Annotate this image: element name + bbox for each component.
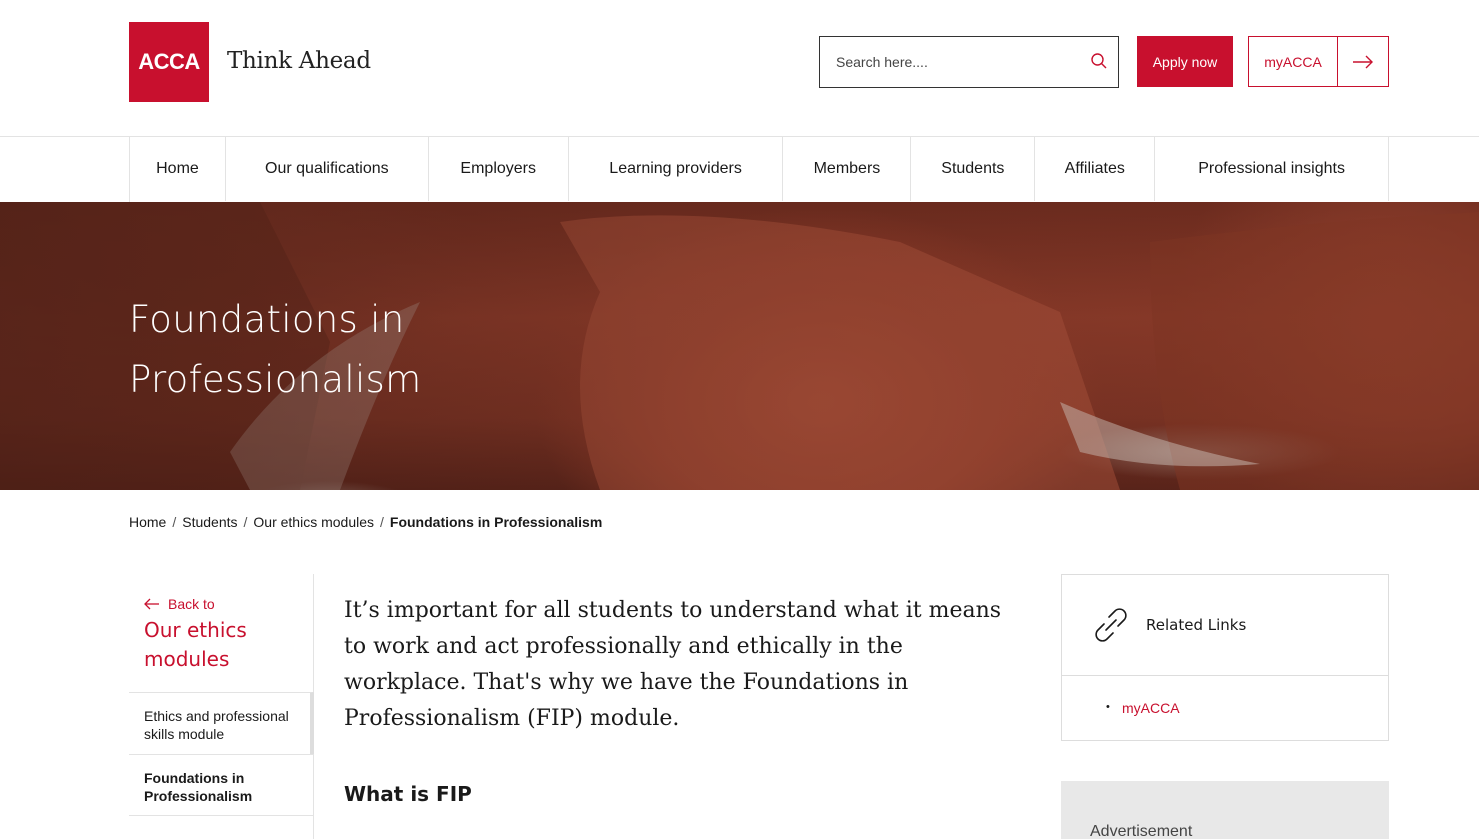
related-link-myacca[interactable]: myACCA (1106, 700, 1388, 716)
arrow-left-icon (144, 598, 159, 610)
link-icon (1095, 608, 1127, 642)
nav-item-members[interactable]: Members (783, 137, 912, 201)
related-links-title: Related Links (1146, 616, 1247, 634)
nav-item-learning-providers[interactable]: Learning providers (569, 137, 784, 201)
hero-banner: Foundations in Professionalism (0, 202, 1479, 490)
back-title-link[interactable]: Our ethics modules (144, 616, 304, 674)
section-nav-item-fip[interactable]: Foundations in Professionalism (129, 754, 314, 816)
breadcrumb-separator: / (380, 514, 384, 530)
breadcrumb-separator: / (243, 514, 248, 530)
section-heading: What is FIP (344, 782, 472, 806)
myacca-label: myACCA (1249, 37, 1338, 86)
section-nav-item-ethics-skills[interactable]: Ethics and professional skills module (129, 692, 314, 754)
intro-paragraph: It’s important for all students to under… (344, 598, 1002, 731)
nav-item-professional-insights[interactable]: Professional insights (1155, 137, 1390, 201)
breadcrumb-students[interactable]: Students (182, 514, 237, 530)
acca-logo[interactable]: ACCA (129, 22, 209, 102)
back-label: Back to (168, 596, 215, 612)
nav-item-our-qualifications[interactable]: Our qualifications (226, 137, 429, 201)
breadcrumb-home[interactable]: Home (129, 514, 166, 530)
related-links-panel: Related Links myACCA (1061, 574, 1389, 741)
logo-text: ACCA (138, 49, 200, 74)
advertisement-panel: Advertisement (1061, 781, 1389, 839)
myacca-button[interactable]: myACCA (1248, 36, 1389, 87)
apply-now-button[interactable]: Apply now (1137, 36, 1233, 87)
back-link[interactable]: Back to (144, 596, 215, 612)
search-box (819, 36, 1119, 88)
nav-item-students[interactable]: Students (911, 137, 1036, 201)
related-links-header: Related Links (1062, 575, 1388, 676)
search-icon[interactable] (1090, 52, 1108, 70)
section-nav: Back to Our ethics modules Ethics and pr… (129, 574, 314, 839)
tagline: Think Ahead (227, 48, 371, 74)
site-header: ACCA Think Ahead Apply now myACCA (0, 0, 1479, 137)
breadcrumb: Home / Students / Our ethics modules / F… (129, 514, 602, 530)
breadcrumb-separator: / (172, 514, 177, 530)
arrow-right-icon (1338, 37, 1388, 86)
nav-item-employers[interactable]: Employers (429, 137, 569, 201)
nav-item-affiliates[interactable]: Affiliates (1035, 137, 1156, 201)
main-nav: Home Our qualifications Employers Learni… (129, 137, 1390, 202)
breadcrumb-our-ethics-modules[interactable]: Our ethics modules (253, 514, 374, 530)
related-links-list: myACCA (1062, 676, 1388, 716)
search-input[interactable] (821, 38, 1081, 86)
advertisement-label: Advertisement (1090, 823, 1193, 839)
page-title: Foundations in Professionalism (129, 298, 422, 401)
breadcrumb-current: Foundations in Professionalism (389, 514, 603, 530)
nav-item-home[interactable]: Home (130, 137, 226, 201)
